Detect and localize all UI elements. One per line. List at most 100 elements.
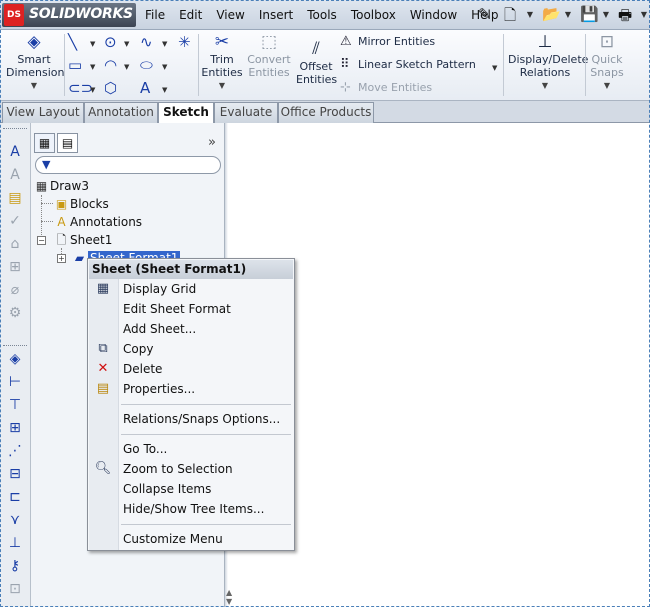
trim-entities-button[interactable]: ✂ Trim Entities ▼	[200, 32, 244, 92]
tab-evaluate[interactable]: Evaluate	[214, 102, 278, 123]
chevron-down-icon[interactable]: ▼	[527, 10, 533, 19]
chevron-down-icon[interactable]: ▼	[162, 63, 167, 71]
arc-icon[interactable]: ◠	[104, 56, 117, 74]
menu-window[interactable]: Window	[405, 0, 466, 30]
vertical-ordinate-icon[interactable]: ⊏	[6, 488, 24, 506]
text-icon[interactable]: A	[140, 79, 150, 97]
chevron-down-icon[interactable]: ▼	[508, 79, 582, 92]
move-entities-button[interactable]: ⊹ Move Entities	[340, 80, 432, 96]
scroll-arrow-icon[interactable]: ▲ ▼	[226, 588, 236, 607]
note-icon[interactable]: A	[6, 143, 24, 161]
chevron-down-icon[interactable]: ▼	[588, 79, 626, 92]
surface-finish-icon[interactable]: ✓	[6, 212, 24, 230]
weld-symbol-icon[interactable]: ⌂	[6, 235, 24, 253]
offset-entities-label: Offset Entities	[296, 60, 338, 86]
chamfer-dimension-icon[interactable]: ⋎	[6, 511, 24, 529]
menu-view[interactable]: View	[211, 0, 253, 30]
menu-edit[interactable]: Edit	[174, 0, 211, 30]
chevron-down-icon[interactable]: ▼	[162, 40, 167, 48]
expand-toggle[interactable]: +	[57, 254, 66, 263]
tree-item-sheet1[interactable]: 🗋 Sheet1	[53, 231, 113, 249]
menu-item-display-grid[interactable]: ▦ Display Grid	[89, 279, 293, 299]
baseline-dimension-icon[interactable]: ⊞	[6, 419, 24, 437]
display-delete-relations-button[interactable]: ⊥ Display/Delete Relations ▼	[508, 32, 588, 92]
line-icon[interactable]: ╲	[68, 33, 77, 51]
mirror-entities-button[interactable]: ⚠ Mirror Entities	[340, 34, 435, 50]
chevron-down-icon[interactable]: ▼	[565, 10, 571, 19]
menu-item-edit-sheet-format[interactable]: Edit Sheet Format	[89, 299, 293, 319]
chevron-down-icon[interactable]: ▼	[124, 40, 129, 48]
datum-icon[interactable]: ⊞	[6, 258, 24, 276]
rectangle-icon[interactable]: ▭	[68, 56, 82, 74]
chevron-down-icon[interactable]: ▼	[603, 10, 609, 19]
print-button[interactable]: 🖶 ▼	[615, 4, 649, 26]
revision-icon[interactable]: ⚙	[6, 304, 24, 322]
chevron-down-icon[interactable]: ▼	[90, 86, 95, 94]
polygon-icon[interactable]: ⬡	[104, 79, 117, 97]
spline-icon[interactable]: ∿	[140, 33, 153, 51]
horizontal-dimension-icon[interactable]: ⊢	[6, 373, 24, 391]
vertical-dimension-icon[interactable]: ⊤	[6, 396, 24, 414]
menu-toolbox[interactable]: Toolbox	[346, 0, 405, 30]
smart-dimension-button[interactable]: ◈ Smart Dimension ▼	[6, 32, 64, 92]
double-chevron-right-icon[interactable]: »	[208, 135, 216, 150]
tab-sketch[interactable]: Sketch	[158, 102, 214, 124]
open-button[interactable]: 📂 ▼	[539, 4, 573, 26]
feature-tree-tab[interactable]: ▦	[34, 133, 55, 153]
linear-sketch-pattern-button[interactable]: ⠿ Linear Sketch Pattern	[340, 57, 476, 73]
ordinate-dimension-icon[interactable]: ⋰	[6, 442, 24, 460]
menu-file[interactable]: File	[140, 0, 174, 30]
pin-button[interactable]: ✎	[475, 4, 497, 26]
chevron-down-icon[interactable]: ▼	[492, 64, 497, 72]
relation-icon[interactable]: ⊡	[6, 580, 24, 598]
context-menu-header: Sheet (Sheet Format1)	[89, 260, 293, 279]
toolbar-grip[interactable]	[3, 128, 27, 134]
chevron-down-icon[interactable]: ▼	[162, 86, 167, 94]
open-folder-icon: 📂	[542, 5, 561, 23]
menu-item-properties[interactable]: ▤ Properties...	[89, 379, 293, 399]
chevron-down-icon[interactable]: ▼	[90, 40, 95, 48]
new-document-button[interactable]: 🗋 ▼	[501, 4, 535, 26]
menu-item-go-to[interactable]: Go To...	[89, 439, 293, 459]
tree-item-draw3[interactable]: ▦ Draw3	[33, 177, 89, 195]
tree-item-blocks[interactable]: ▣ Blocks	[53, 195, 109, 213]
tab-annotation[interactable]: Annotation	[84, 102, 158, 123]
menu-item-copy[interactable]: ⧉ Copy	[89, 339, 293, 359]
menu-item-hide-show-tree-items[interactable]: Hide/Show Tree Items...	[89, 499, 293, 519]
menu-tools[interactable]: Tools	[302, 0, 346, 30]
ellipse-icon[interactable]: ⬭	[140, 56, 153, 74]
menu-item-relations-snaps-options[interactable]: Relations/Snaps Options...	[89, 409, 293, 429]
circle-icon[interactable]: ⊙	[104, 33, 117, 51]
menu-item-collapse-items[interactable]: Collapse Items	[89, 479, 293, 499]
collapse-toggle[interactable]: −	[37, 236, 46, 245]
chevron-down-icon[interactable]: ▼	[641, 10, 647, 19]
chevron-down-icon[interactable]: ▼	[200, 79, 244, 92]
add-relation-icon[interactable]: ⚷	[6, 557, 24, 575]
insert-icon[interactable]: ▤	[6, 189, 24, 207]
hole-callout-icon[interactable]: ⌀	[6, 281, 24, 299]
balloon-icon[interactable]: A	[6, 166, 24, 184]
solidworks-logo[interactable]: DS SOLIDWORKS	[2, 3, 136, 27]
quick-snaps-button[interactable]: ⊡ Quick Snaps ▼	[588, 32, 626, 92]
property-manager-tab[interactable]: ▤	[57, 133, 78, 153]
menu-item-delete[interactable]: ✕ Delete	[89, 359, 293, 379]
offset-entities-button[interactable]: ⫽ Offset Entities	[296, 39, 338, 86]
point-icon[interactable]: ✳	[178, 33, 191, 51]
tree-item-annotations[interactable]: A Annotations	[53, 213, 142, 231]
tab-office-products[interactable]: Office Products	[278, 102, 374, 123]
feature-tree-icon: ▦	[38, 136, 51, 150]
fully-define-icon[interactable]: ⊥	[6, 534, 24, 552]
chevron-down-icon[interactable]: ▼	[6, 79, 62, 92]
menu-item-zoom-to-selection[interactable]: 🔍︎ Zoom to Selection	[89, 459, 293, 479]
menu-item-customize-menu[interactable]: Customize Menu	[89, 529, 293, 549]
menu-item-add-sheet[interactable]: Add Sheet...	[89, 319, 293, 339]
chevron-down-icon[interactable]: ▼	[90, 63, 95, 71]
smart-dimension-icon[interactable]: ◈	[6, 350, 24, 368]
chevron-down-icon[interactable]: ▼	[124, 63, 129, 71]
tab-view-layout[interactable]: View Layout	[2, 102, 84, 123]
menu-insert[interactable]: Insert	[254, 0, 302, 30]
convert-entities-button[interactable]: ⬚ Convert Entities	[246, 32, 292, 79]
tree-filter-input[interactable]: ▼	[35, 156, 221, 174]
horizontal-ordinate-icon[interactable]: ⊟	[6, 465, 24, 483]
save-button[interactable]: 💾 ▼	[577, 4, 611, 26]
